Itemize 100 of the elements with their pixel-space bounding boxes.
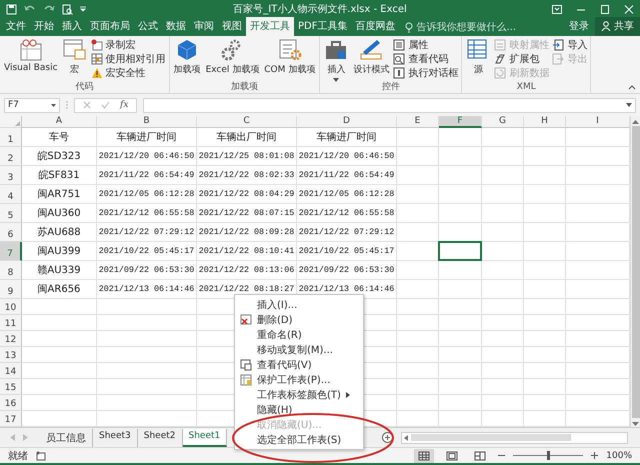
zoom-in-icon[interactable] — [591, 452, 598, 459]
table-cell: 2021/12/20 06:46:50 — [297, 147, 397, 166]
macro-record-icon[interactable] — [36, 450, 46, 460]
row-header[interactable]: 9 — [0, 280, 22, 299]
column-header[interactable]: H — [524, 116, 566, 128]
column-header[interactable]: B — [97, 116, 197, 128]
column-header[interactable]: C — [197, 116, 297, 128]
menu-item[interactable]: 工作表标签颜色(T) — [235, 387, 363, 402]
column-header[interactable]: G — [482, 116, 524, 128]
empty-cell — [524, 166, 566, 185]
row-header[interactable]: 15 — [0, 379, 22, 395]
ribbon-tab[interactable]: 审阅 — [190, 17, 218, 36]
ribbon-button[interactable]: 执行对话框 — [393, 67, 458, 79]
empty-cell — [397, 299, 439, 315]
insert-function-button[interactable]: fx — [120, 100, 128, 110]
customize-caret-icon[interactable] — [80, 6, 86, 12]
row-header[interactable]: 11 — [0, 315, 22, 331]
ribbon-tab[interactable]: 数据 — [162, 17, 190, 36]
ribbon-tab[interactable]: 文件 — [2, 17, 30, 36]
ribbon-display-icon[interactable] — [552, 4, 562, 14]
horizontal-scrollbar[interactable] — [401, 432, 628, 444]
vertical-scrollbar[interactable] — [630, 116, 640, 427]
row-header[interactable]: 8 — [0, 261, 22, 280]
menu-item[interactable]: 重命名(R) — [235, 327, 363, 342]
maximize-icon[interactable] — [600, 4, 610, 14]
ribbon-button[interactable]: 属性 — [393, 39, 458, 51]
menu-item[interactable]: 隐藏(H) — [235, 402, 363, 417]
row-header[interactable]: 16 — [0, 395, 22, 411]
save-icon[interactable] — [6, 4, 17, 14]
column-header[interactable]: A — [22, 116, 97, 128]
collapse-ribbon-icon[interactable] — [628, 85, 636, 90]
row-header[interactable]: 17 — [0, 411, 22, 427]
ribbon-tab[interactable]: 插入 — [58, 17, 86, 36]
ribbon-tab[interactable]: 页面布局 — [86, 17, 134, 36]
scroll-up-icon[interactable] — [632, 119, 639, 124]
column-header[interactable]: I — [566, 116, 630, 128]
empty-cell — [482, 147, 524, 166]
sign-in-link[interactable]: 登录 — [563, 19, 595, 36]
row-header[interactable]: 13 — [0, 347, 22, 363]
zoom-slider-thumb[interactable] — [546, 451, 550, 460]
close-icon[interactable] — [624, 4, 634, 14]
ribbon-tab[interactable]: 公式 — [134, 17, 162, 36]
tell-me-field[interactable]: 告诉我你想要做什么... — [405, 22, 563, 36]
ribbon-button[interactable]: 插入 — [323, 38, 350, 82]
menu-item[interactable]: 保护工作表(P)... — [235, 372, 363, 387]
dropdown-caret-icon[interactable] — [51, 104, 56, 106]
row-header[interactable]: 14 — [0, 363, 22, 379]
table-cell: 赣AU339 — [22, 261, 97, 280]
ribbon-button[interactable]: 源 — [465, 38, 492, 82]
ribbon-button[interactable]: 加载项 — [172, 38, 202, 82]
ribbon-button[interactable]: 宏 — [62, 38, 88, 82]
row-header[interactable]: 5 — [0, 204, 22, 223]
ribbon-tab[interactable]: 百度网盘 — [351, 17, 400, 36]
ribbon-tab[interactable]: 视图 — [218, 17, 246, 36]
share-button[interactable]: 共享 — [595, 17, 640, 36]
menu-item[interactable]: 移动或复制(M)... — [235, 342, 363, 357]
row-header[interactable]: 12 — [0, 331, 22, 347]
name-box[interactable]: F7 — [4, 98, 60, 112]
row-header[interactable]: 3 — [0, 166, 22, 185]
row-header[interactable]: 1 — [0, 128, 22, 147]
table-cell: 2021/12/22 08:09:28 — [197, 223, 297, 242]
check-icon[interactable] — [101, 101, 110, 109]
expand-caret-icon[interactable] — [626, 103, 632, 107]
ribbon-button[interactable]: 使用相对引用 — [90, 53, 166, 65]
scroll-thumb[interactable] — [411, 434, 572, 441]
row-header[interactable]: 10 — [0, 299, 22, 315]
row-header[interactable]: 4 — [0, 185, 22, 204]
menu-item[interactable]: 插入(I)... — [235, 297, 363, 312]
menu-item[interactable]: 删除(D) — [235, 312, 363, 327]
scroll-thumb[interactable] — [632, 126, 640, 418]
ribbon-button[interactable]: 扩展包 — [494, 53, 550, 65]
row-header[interactable]: 7 — [0, 242, 22, 261]
scroll-left-icon[interactable] — [404, 434, 408, 440]
column-header[interactable]: E — [397, 116, 439, 128]
normal-view-button[interactable] — [414, 448, 434, 462]
formula-input[interactable] — [143, 98, 636, 112]
ribbon-tab[interactable]: 开始 — [30, 17, 58, 36]
menu-item[interactable]: 查看代码(V) — [235, 357, 363, 372]
menu-item[interactable]: 选定全部工作表(S) — [235, 432, 363, 447]
ribbon-tab[interactable]: PDF工具集 — [294, 17, 352, 36]
empty-cell — [397, 331, 439, 347]
ribbon-button[interactable]: 宏安全性 — [90, 67, 166, 79]
ribbon-button[interactable]: COM 加载项 — [263, 38, 316, 82]
print-preview-icon[interactable] — [62, 4, 73, 14]
ribbon-button[interactable]: 设计模式 — [352, 38, 390, 82]
row-header[interactable]: 6 — [0, 223, 22, 242]
ribbon-button[interactable]: 查看代码 — [393, 53, 458, 65]
zoom-out-icon[interactable] — [498, 452, 506, 459]
row-header[interactable]: 2 — [0, 147, 22, 166]
ribbon-tab[interactable]: 开发工具 — [246, 17, 294, 36]
column-header[interactable]: D — [297, 116, 397, 128]
ribbon-button[interactable]: Visual Basic — [3, 38, 59, 82]
sheet-tab[interactable]: Sheet1 — [182, 428, 228, 446]
empty-cell — [439, 347, 482, 363]
table-cell: 2021/12/25 08:01:08 — [197, 147, 297, 166]
ribbon-button[interactable]: Excel 加载项 — [204, 38, 260, 82]
ribbon-button[interactable]: 导入 — [552, 39, 588, 51]
zoom-level[interactable]: 100% — [606, 450, 632, 460]
ribbon-button[interactable]: 录制宏 — [90, 39, 166, 51]
column-header[interactable]: F — [439, 116, 482, 128]
